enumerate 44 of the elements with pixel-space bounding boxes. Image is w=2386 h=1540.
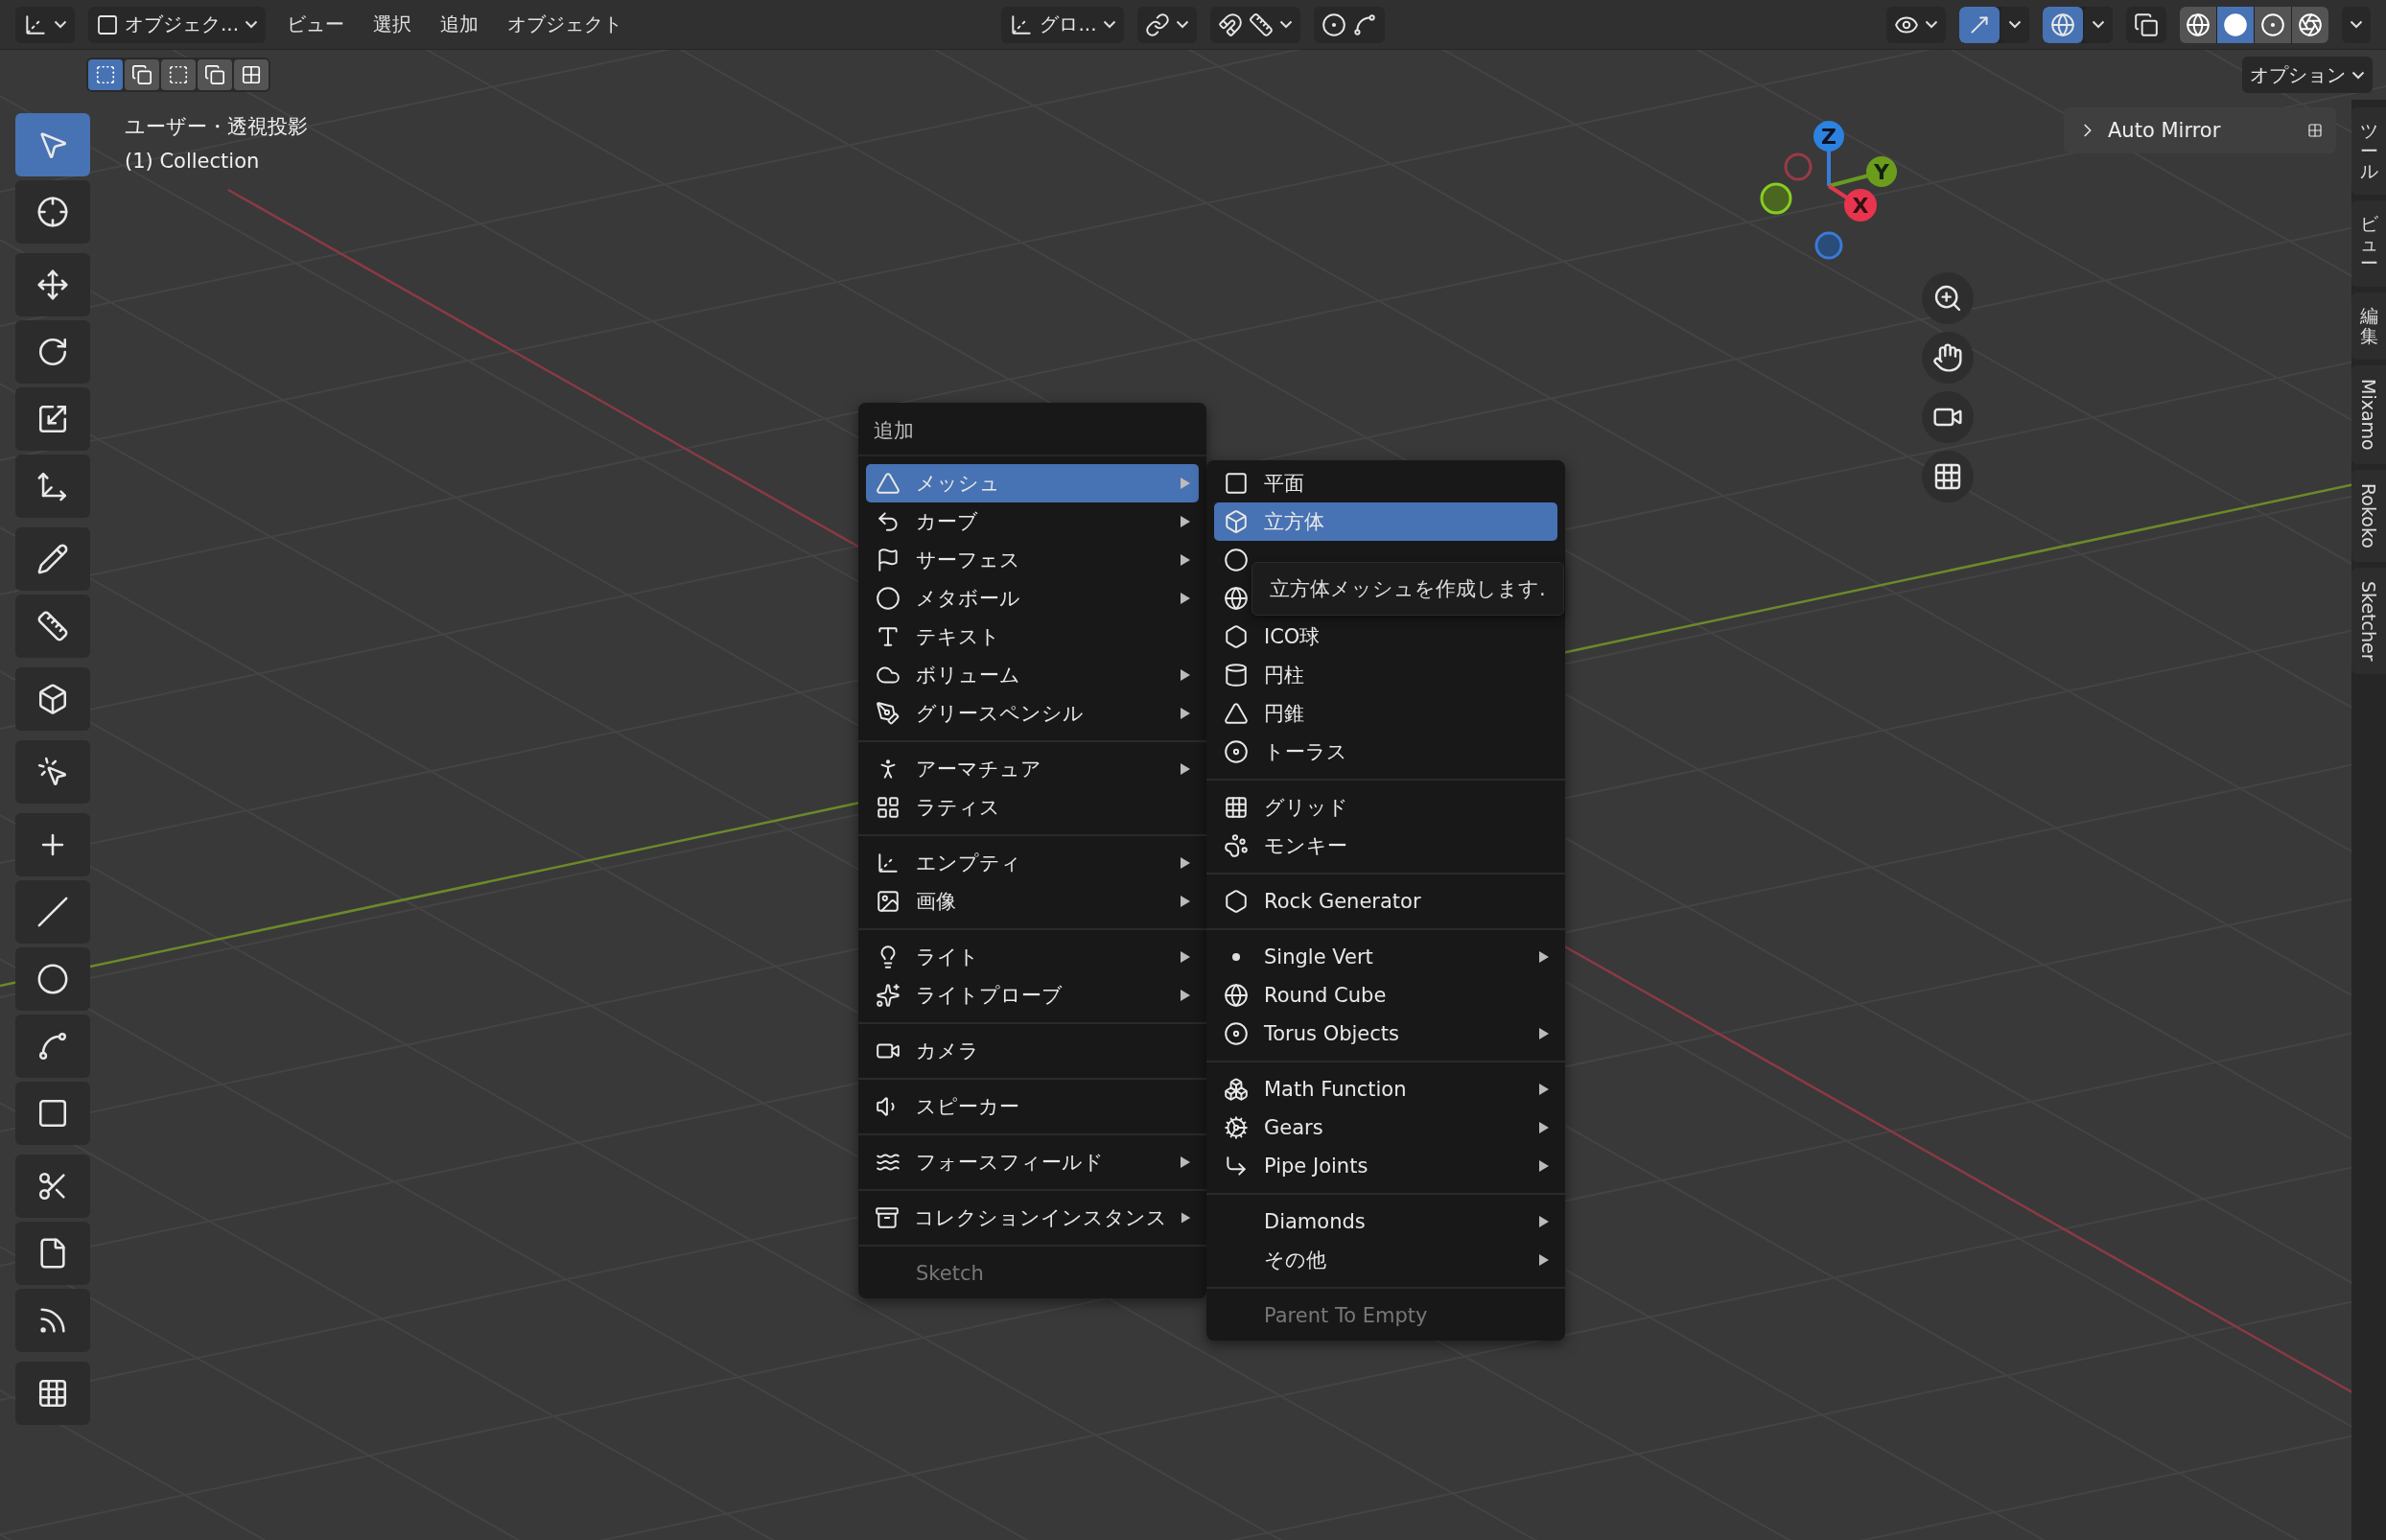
menu-item-label: メタボール: [916, 586, 1021, 612]
menu-item-label: ライトプローブ: [916, 983, 1064, 1009]
menu-item-label: カメラ: [916, 1038, 980, 1064]
menu-item-label: カーブ: [916, 509, 979, 535]
menu-item-label: 円錐: [1264, 701, 1305, 727]
menu-item-label: トーラス: [1264, 739, 1348, 765]
menu-item-label: アーマチュア: [916, 757, 1042, 782]
menu-item-label: スピーカー: [916, 1094, 1020, 1120]
menu-item-label: Math Function: [1264, 1078, 1408, 1101]
axis-label: Z: [1821, 125, 1836, 149]
panel-title: Auto Mirror: [2108, 119, 2222, 142]
menu-item-label: グリッド: [1264, 795, 1349, 821]
view-name: ユーザー・透視投影: [125, 114, 308, 140]
menu-item-label: Round Cube: [1264, 984, 1388, 1007]
menu-item-label: Single Vert: [1264, 945, 1374, 968]
tooltip: 立方体メッシュを作成します.: [1251, 562, 1564, 616]
menu-item-label: Pipe Joints: [1264, 1155, 1369, 1178]
menu-item-label: ラティス: [916, 795, 1001, 821]
menu-item-label: Rock Generator: [1264, 890, 1422, 913]
menu-item-label: その他: [1264, 1248, 1327, 1273]
menu-item-label: 円柱: [1264, 663, 1305, 688]
menu-item-label: テキスト: [916, 624, 1001, 650]
menu-item-label: ボリューム: [916, 663, 1021, 688]
menu-item-label: グリースペンシル: [916, 701, 1085, 727]
menu-item-label: ライト: [916, 945, 980, 970]
menu-item-label: Sketch: [916, 1262, 985, 1285]
menu-item-label: フォースフィールド: [916, 1150, 1105, 1176]
axis-label: X: [1852, 194, 1869, 218]
menu-item-label: メッシュ: [916, 471, 1001, 497]
collection-name: (1) Collection: [125, 149, 260, 175]
menu-item-label: Gears: [1264, 1116, 1324, 1139]
menu-item-label: 画像: [916, 889, 957, 915]
menu-item-label: 平面: [1264, 471, 1305, 497]
menu-title: 追加: [858, 407, 1206, 456]
menu-item-label: ICO球: [1264, 624, 1322, 650]
menu-item-label: サーフェス: [916, 548, 1021, 573]
axis-label: Y: [1874, 160, 1889, 184]
menu-item-label: エンプティ: [916, 851, 1022, 876]
menu-item-label: Diamonds: [1264, 1210, 1367, 1233]
menu-item-label: 立方体: [1264, 509, 1325, 535]
menu-item-label: Parent To Empty: [1264, 1304, 1429, 1327]
menu-item-label: Torus Objects: [1264, 1022, 1400, 1045]
menu-item-label: モンキー: [1264, 833, 1348, 859]
menu-item-label: コレクションインスタンス: [913, 1205, 1167, 1231]
